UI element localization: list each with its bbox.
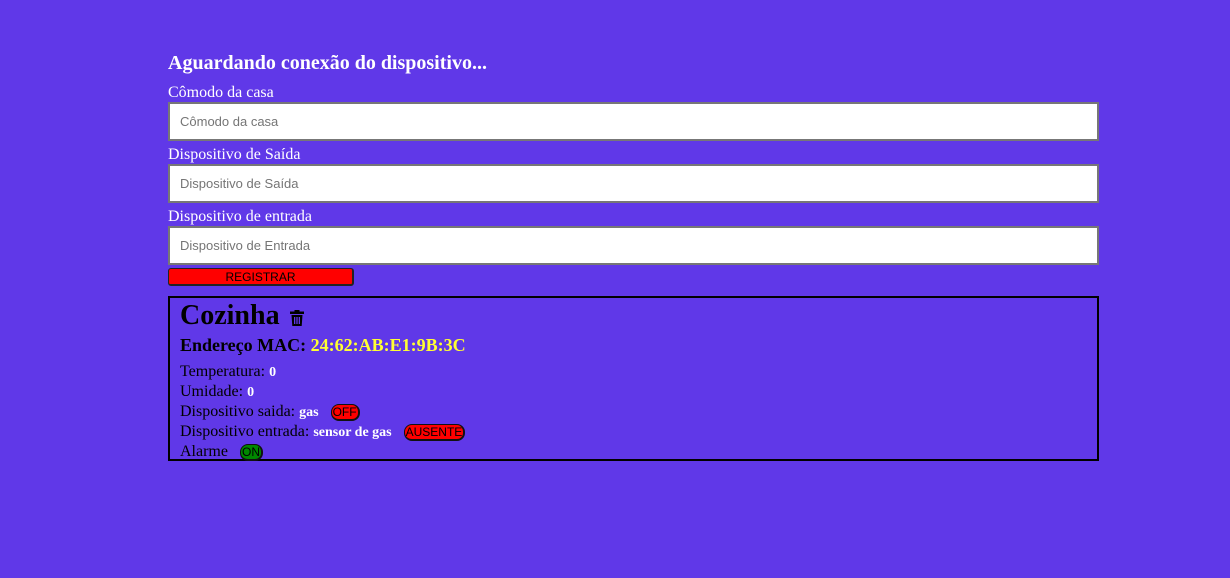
input-device-row: Dispositivo entrada: sensor de gas AUSEN… [180,422,1087,442]
output-device-row-label: Dispositivo saida: [180,403,296,420]
connection-status: Aguardando conexão do dispositivo... [168,52,487,74]
input-device-input[interactable] [168,226,1099,265]
alarm-row: Alarme ON [180,442,1087,461]
temperature-label: Temperatura: [180,363,266,380]
register-button[interactable]: REGISTRAR [168,268,354,286]
temperature-value: 0 [269,365,277,380]
input-state-badge[interactable]: AUSENTE [403,423,466,441]
room-header: Cozinha [180,300,1087,332]
humidity-row: Umidade: 0 [180,382,1087,402]
mac-address-row: Endereço MAC: 24:62:AB:E1:9B:3C [180,334,1087,356]
main-container: Aguardando conexão do dispositivo... Côm… [168,50,1099,461]
alarm-toggle[interactable]: ON [239,443,263,461]
room-label: Cômodo da casa [168,84,274,101]
alarm-label: Alarme [180,443,228,460]
room-input[interactable] [168,102,1099,141]
input-device-value: sensor de gas [313,425,392,440]
output-device-input[interactable] [168,164,1099,203]
humidity-value: 0 [247,385,255,400]
humidity-label: Umidade: [180,383,244,400]
output-device-value: gas [299,405,319,420]
output-state-toggle[interactable]: OFF [330,403,360,421]
temperature-row: Temperatura: 0 [180,362,1087,382]
room-name: Cozinha [180,300,280,331]
mac-label: Endereço MAC: [180,335,307,355]
mac-value: 24:62:AB:E1:9B:3C [310,335,466,355]
input-device-label: Dispositivo de entrada [168,208,312,225]
trash-icon[interactable] [289,310,304,326]
output-device-label: Dispositivo de Saída [168,146,301,163]
room-card: Cozinha Endereço MAC: 24:62:AB:E1:9B:3C … [168,296,1099,461]
device-info: Temperatura: 0 Umidade: 0 Dispositivo sa… [180,362,1087,461]
input-device-row-label: Dispositivo entrada: [180,423,310,440]
output-device-row: Dispositivo saida: gas OFF [180,402,1087,422]
